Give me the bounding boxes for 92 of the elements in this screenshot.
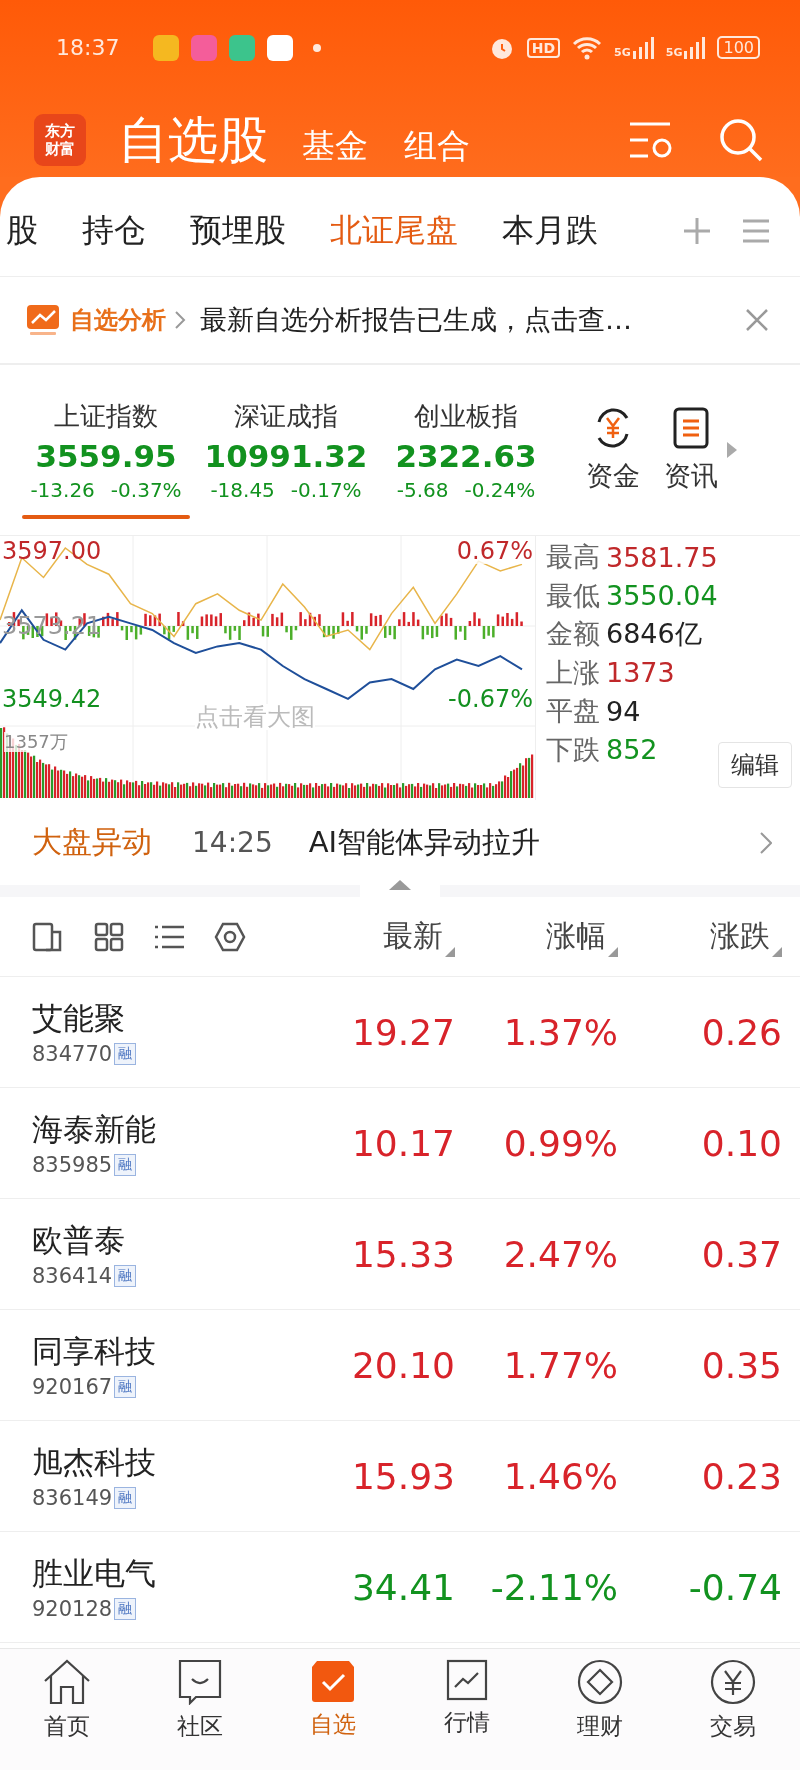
stock-code: 920128	[32, 1597, 113, 1621]
stat-value: 1373	[606, 657, 675, 689]
stock-change: -0.74	[687, 1566, 782, 1608]
status-time: 18:37	[56, 35, 120, 60]
nav-tab[interactable]: 首页	[0, 1659, 134, 1770]
index-card[interactable]: 深证成指 10991.32 -18.45 -0.17%	[202, 365, 370, 535]
stock-name[interactable]: 旭杰科技	[32, 1442, 309, 1484]
stat-label: 最低	[546, 578, 600, 613]
hd-indicator: HD	[526, 37, 561, 58]
stock-code: 920167	[32, 1375, 113, 1399]
nav-tab[interactable]: 行情	[400, 1659, 534, 1770]
stock-code: 836414	[32, 1264, 113, 1288]
nav-tab[interactable]: 自选	[266, 1659, 400, 1770]
stock-price: 15.33	[350, 1233, 455, 1275]
index-name: 深证成指	[234, 399, 338, 433]
index-name: 创业板指	[414, 399, 518, 433]
index-value: 10991.32	[204, 437, 368, 474]
stock-code: 836149	[32, 1486, 113, 1510]
margin-badge: 融	[114, 1376, 137, 1398]
stock-change: 0.35	[700, 1344, 782, 1386]
stock-name[interactable]: 艾能聚	[32, 998, 309, 1040]
stock-percent: 1.77%	[502, 1344, 618, 1386]
stat-value: 6846亿	[606, 617, 702, 652]
stat-value: 94	[606, 695, 641, 727]
watchlist-tab[interactable]: 预埋股	[168, 195, 308, 266]
banner-message[interactable]: 最新自选分析报告已生成，点击查…	[200, 302, 744, 338]
nav-tab[interactable]: 理财	[533, 1659, 667, 1770]
stock-percent: 2.47%	[502, 1233, 618, 1275]
stock-change: 0.23	[700, 1455, 782, 1497]
edit-button[interactable]: 编辑	[718, 742, 792, 788]
stock-change: 0.10	[700, 1122, 782, 1164]
volume-label: 1357万	[4, 732, 68, 752]
watchlist-tab[interactable]: 持仓	[60, 195, 168, 266]
margin-badge: 融	[114, 1487, 137, 1509]
stock-price: 34.41	[350, 1566, 455, 1608]
nav-tab[interactable]: 交易	[666, 1659, 800, 1770]
stat-label: 平盘	[546, 694, 600, 729]
stock-name[interactable]: 同享科技	[32, 1331, 309, 1373]
index-change: -18.45	[210, 477, 275, 502]
stock-price: 10.17	[350, 1122, 455, 1164]
stat-value: 3581.75	[606, 541, 718, 573]
column-header[interactable]: 涨跌	[710, 916, 770, 957]
alert-time: 14:25	[192, 826, 273, 859]
stat-label: 下跌	[546, 732, 600, 767]
stock-code: 835985	[32, 1153, 113, 1177]
index-change: -13.26	[30, 477, 95, 502]
stock-code: 834770	[32, 1042, 113, 1066]
index-value: 2322.63	[395, 437, 537, 474]
index-value: 3559.95	[35, 437, 177, 474]
nav-tab[interactable]: 社区	[133, 1659, 267, 1770]
stock-price: 15.93	[350, 1455, 455, 1497]
stock-name[interactable]: 胜业电气	[32, 1553, 309, 1595]
shortcut-link[interactable]: 资金	[586, 458, 640, 494]
alert-label: 大盘异动	[32, 823, 152, 861]
index-change: -5.68	[396, 477, 449, 502]
watchlist-tab[interactable]: 股	[0, 195, 60, 266]
margin-badge: 融	[114, 1154, 137, 1176]
stock-change: 0.26	[700, 1011, 782, 1053]
margin-badge: 融	[114, 1265, 137, 1287]
stock-price: 19.27	[350, 1011, 455, 1053]
stat-label: 上涨	[546, 655, 600, 690]
stock-name[interactable]: 海泰新能	[32, 1109, 309, 1151]
margin-badge: 融	[114, 1043, 137, 1065]
stock-price: 20.10	[350, 1344, 455, 1386]
stock-percent: 1.46%	[502, 1455, 618, 1497]
stat-label: 最高	[546, 540, 600, 575]
stat-value: 852	[606, 734, 658, 766]
percent-high-label: 0.67%	[456, 538, 533, 565]
index-percent: -0.24%	[464, 477, 536, 502]
watchlist-tab[interactable]: 本月跌	[480, 195, 620, 266]
index-card[interactable]: 创业板指 2322.63 -5.68 -0.24%	[382, 365, 550, 535]
alert-message[interactable]: AI智能体异动拉升	[308, 822, 760, 863]
index-percent: -0.17%	[290, 477, 362, 502]
network-label: 5G	[665, 45, 683, 59]
shortcut-link[interactable]: 资讯	[664, 458, 718, 494]
stock-name[interactable]: 欧普泰	[32, 1220, 309, 1262]
battery-level: 100	[717, 36, 760, 59]
network-label: 5G	[614, 45, 631, 59]
stock-change: 0.37	[700, 1233, 782, 1275]
stat-value: 3550.04	[606, 580, 718, 612]
column-header[interactable]: 最新	[383, 916, 443, 957]
index-name: 上证指数	[54, 399, 158, 433]
stock-percent: -2.11%	[489, 1566, 618, 1608]
index-percent: -0.37%	[110, 477, 182, 502]
margin-badge: 融	[114, 1598, 137, 1620]
column-header[interactable]: 涨幅	[546, 916, 606, 957]
stock-percent: 0.99%	[502, 1122, 618, 1164]
app-logo: 东方 财富	[34, 114, 86, 166]
index-card[interactable]: 上证指数 3559.95 -13.26 -0.37%	[22, 365, 190, 535]
stock-percent: 1.37%	[502, 1011, 618, 1053]
watchlist-tab[interactable]: 北证尾盘	[308, 195, 480, 266]
stat-label: 金额	[546, 617, 600, 652]
